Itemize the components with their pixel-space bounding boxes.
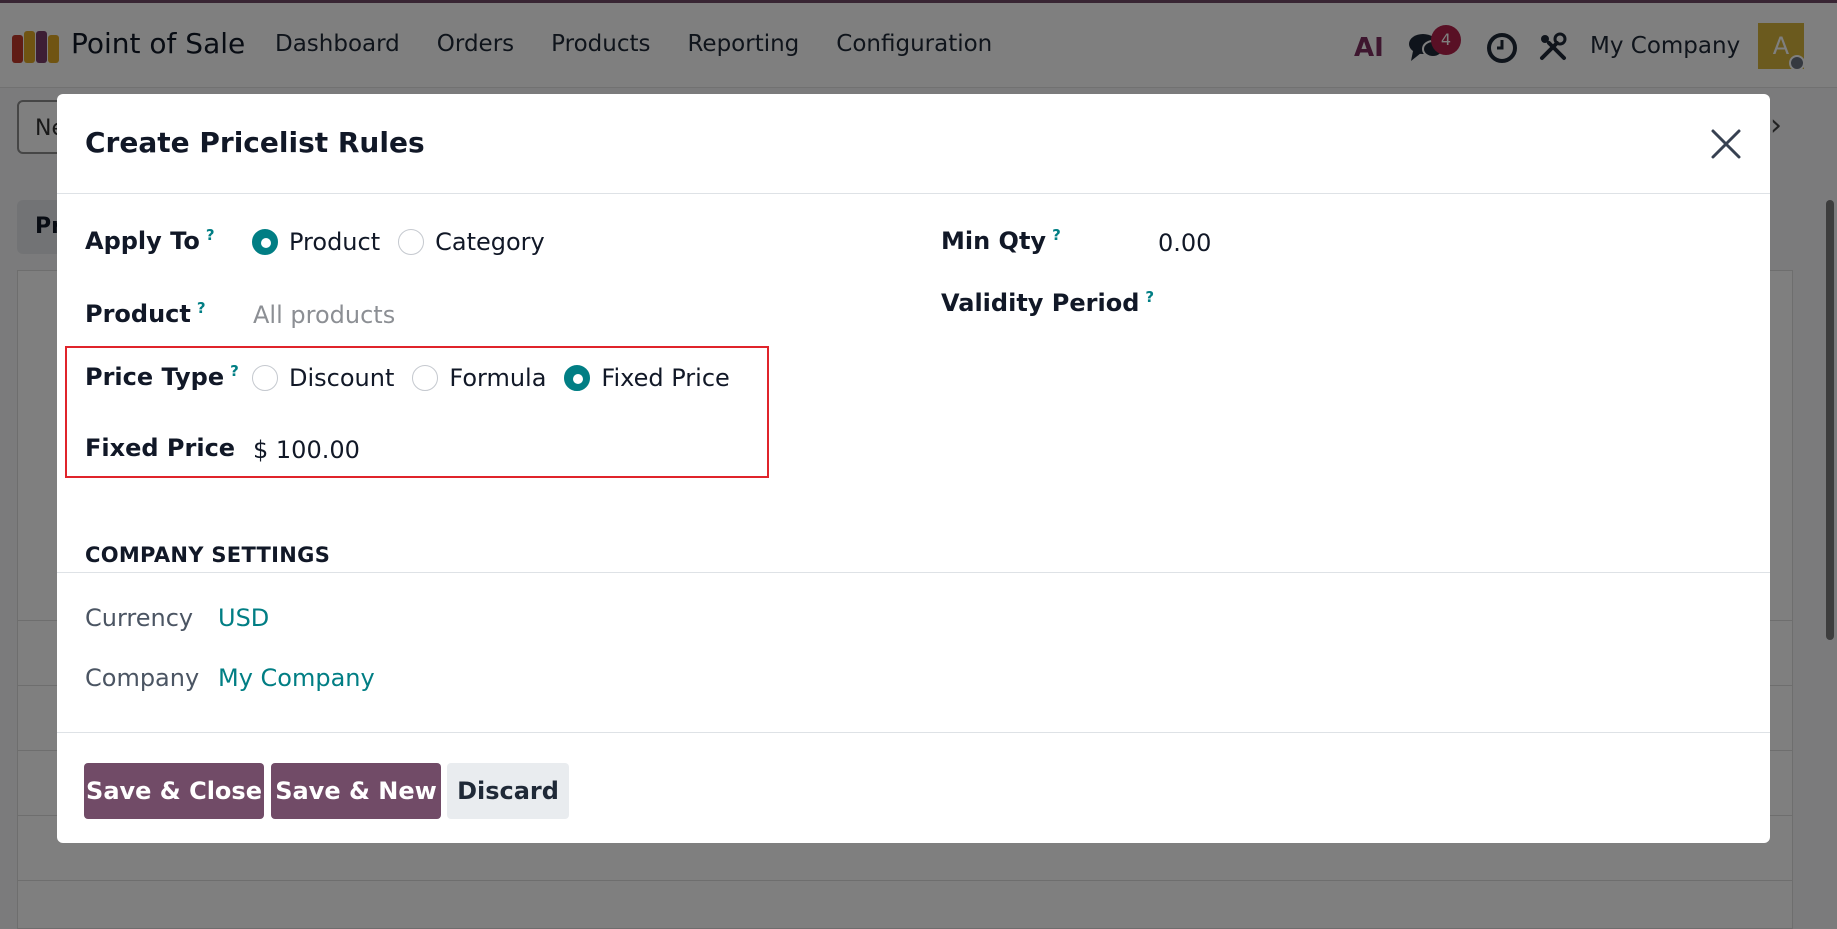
price-type-label: Price Type? xyxy=(85,362,239,391)
price-type-fixed-price-label: Fixed Price xyxy=(601,364,730,392)
fixed-price-label: Fixed Price xyxy=(85,434,236,462)
radio-unchecked-icon[interactable] xyxy=(412,365,439,391)
help-icon[interactable]: ? xyxy=(1052,226,1061,244)
radio-checked-icon[interactable] xyxy=(252,229,278,255)
apply-to-product-label: Product xyxy=(289,228,381,256)
company-label: Company xyxy=(85,664,200,692)
create-pricelist-rules-dialog: Create Pricelist Rules Apply To? Product… xyxy=(57,94,1770,843)
help-icon[interactable]: ? xyxy=(230,362,239,380)
radio-unchecked-icon[interactable] xyxy=(252,365,278,391)
modal-header: Create Pricelist Rules xyxy=(57,94,1770,194)
price-type-discount-label: Discount xyxy=(289,364,395,392)
price-type-fixed-price-option[interactable]: Fixed Price xyxy=(564,364,730,392)
price-type-radio-group: Discount Formula Fixed Price xyxy=(252,364,748,392)
product-label: Product? xyxy=(85,299,206,328)
price-type-formula-label: Formula xyxy=(449,364,547,392)
currency-label: Currency xyxy=(85,604,194,632)
discard-button[interactable]: Discard xyxy=(447,763,569,819)
section-divider xyxy=(57,572,1770,573)
save-close-button[interactable]: Save & Close xyxy=(84,763,264,819)
radio-checked-icon[interactable] xyxy=(564,365,591,391)
validity-period-label: Validity Period? xyxy=(941,288,1155,317)
apply-to-label: Apply To? xyxy=(85,226,215,255)
apply-to-category-option[interactable]: Category xyxy=(398,228,545,256)
save-new-button[interactable]: Save & New xyxy=(271,763,441,819)
company-settings-heading: COMPANY SETTINGS xyxy=(85,543,331,567)
min-qty-input[interactable]: 0.00 xyxy=(1158,229,1211,257)
radio-unchecked-icon[interactable] xyxy=(398,229,425,255)
min-qty-label: Min Qty? xyxy=(941,226,1061,255)
price-type-formula-option[interactable]: Formula xyxy=(412,364,546,392)
modal-footer: Save & Close Save & New Discard xyxy=(57,732,1770,843)
price-type-discount-option[interactable]: Discount xyxy=(252,364,394,392)
help-icon[interactable]: ? xyxy=(206,226,215,244)
help-icon[interactable]: ? xyxy=(197,299,206,317)
apply-to-category-label: Category xyxy=(435,228,545,256)
modal-title: Create Pricelist Rules xyxy=(85,126,425,159)
currency-field[interactable]: USD xyxy=(218,604,269,632)
apply-to-radio-group: Product Category xyxy=(252,228,563,256)
help-icon[interactable]: ? xyxy=(1145,288,1154,306)
company-field[interactable]: My Company xyxy=(218,664,375,692)
apply-to-product-option[interactable]: Product xyxy=(252,228,380,256)
product-field[interactable]: All products xyxy=(253,301,395,329)
fixed-price-input[interactable]: $ 100.00 xyxy=(253,436,360,464)
close-icon[interactable] xyxy=(1709,127,1743,161)
